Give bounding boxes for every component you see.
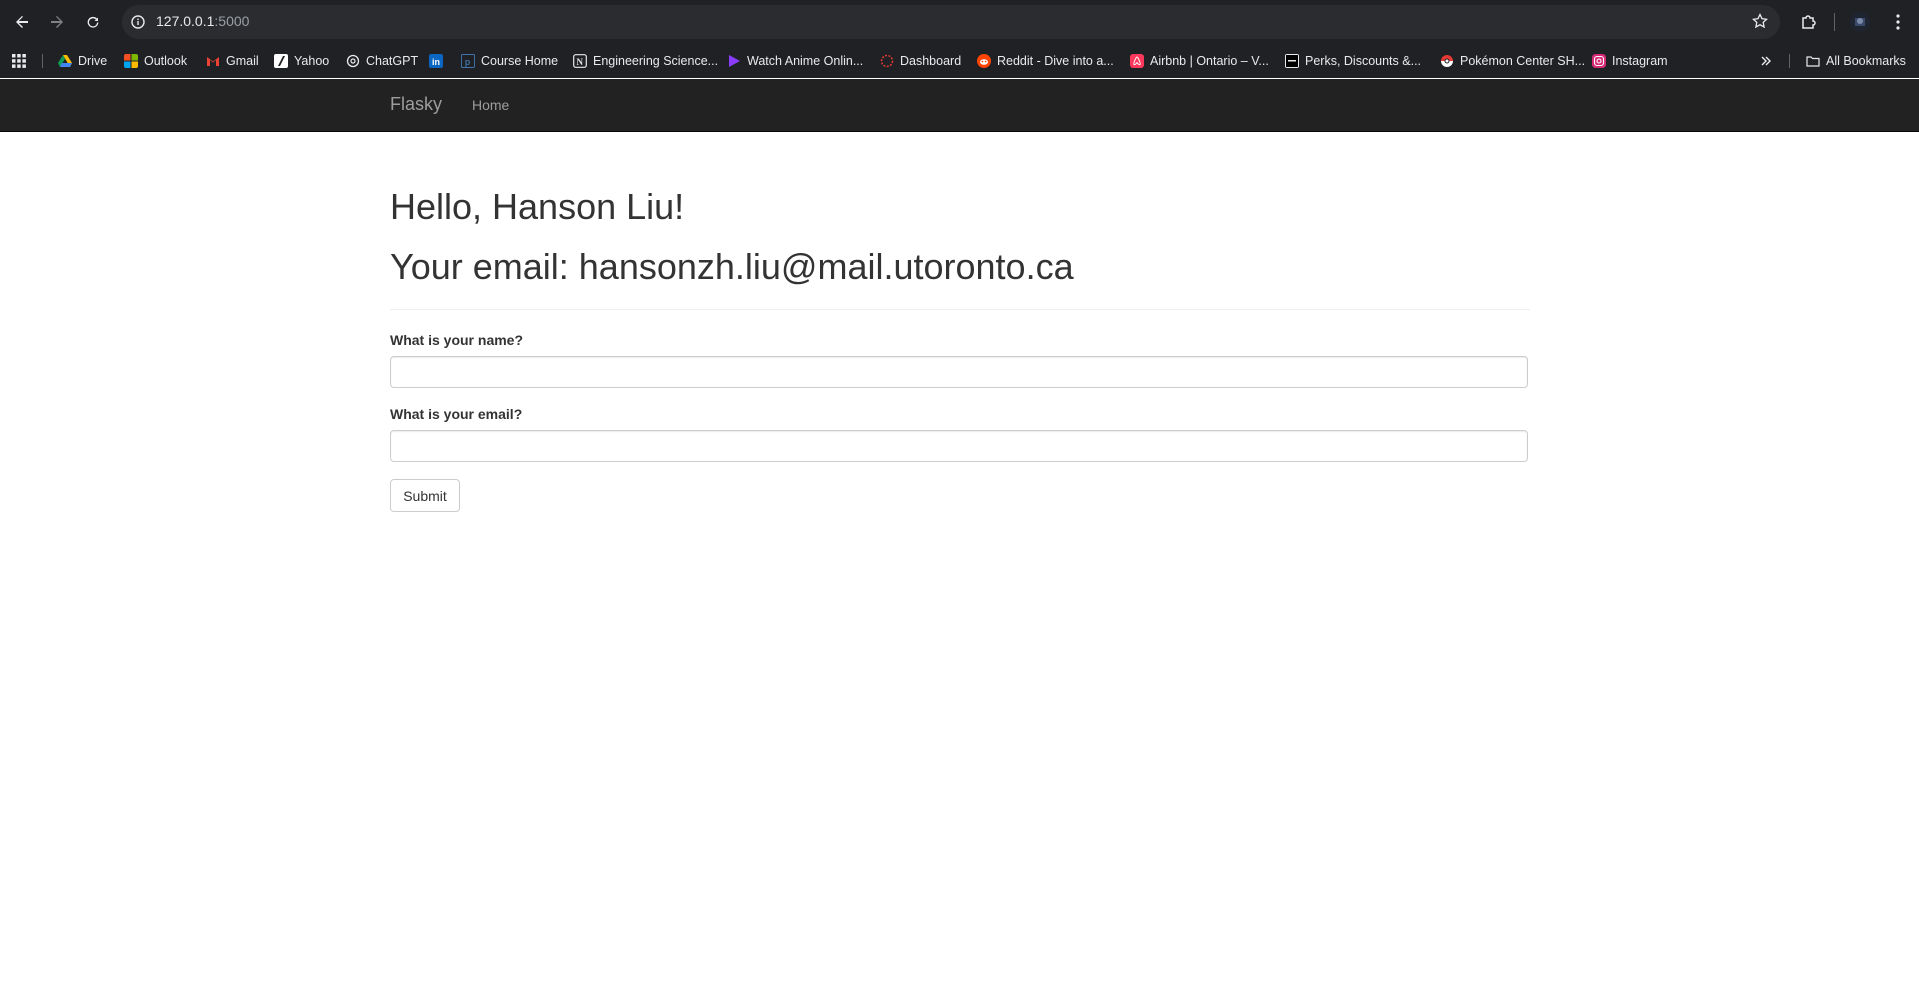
- bookmark-instagram[interactable]: Instagram: [1592, 52, 1668, 70]
- double-chevron-icon: [1761, 56, 1771, 66]
- bookmark-dashboard[interactable]: Dashboard: [880, 52, 961, 70]
- apps-grid-icon: [12, 54, 26, 68]
- forward-button[interactable]: [45, 10, 69, 34]
- bookmark-label: Yahoo: [294, 54, 330, 68]
- profile-avatar-icon: [1850, 12, 1870, 32]
- folder-icon: [1806, 56, 1820, 67]
- site-info-icon[interactable]: [130, 14, 146, 30]
- reload-button[interactable]: [81, 10, 105, 34]
- site-navbar: Flasky Home: [0, 79, 1919, 132]
- apps-button[interactable]: [12, 52, 26, 70]
- gmail-icon: [207, 57, 219, 66]
- bookmark-chatgpt[interactable]: ChatGPT: [346, 52, 418, 70]
- bookmarks-divider: [42, 54, 43, 68]
- notion-icon: N: [573, 54, 587, 68]
- header-divider: [390, 309, 1530, 310]
- page-viewport: [0, 78, 1919, 987]
- perks-icon: [1285, 54, 1299, 68]
- bookmark-pokemon-center[interactable]: Pokémon Center SH...: [1440, 52, 1585, 70]
- svg-text:N: N: [577, 57, 584, 67]
- pokeball-icon: [1441, 55, 1453, 67]
- email-heading: Your email: hansonzh.liu@mail.utoronto.c…: [390, 246, 1074, 287]
- email-label: What is your email?: [390, 406, 523, 422]
- dashboard-icon: [880, 54, 894, 68]
- bookmark-watch-anime[interactable]: Watch Anime Onlin...: [727, 52, 863, 70]
- bookmark-yahoo[interactable]: Yahoo: [274, 52, 329, 70]
- profile-button[interactable]: [1848, 10, 1872, 34]
- reload-icon: [87, 16, 99, 28]
- toolbar-divider: [1834, 13, 1835, 31]
- extensions-button[interactable]: [1797, 10, 1821, 34]
- back-arrow-icon: [16, 16, 28, 28]
- address-bar[interactable]: 127.0.0.1:5000: [122, 5, 1780, 39]
- name-input[interactable]: [390, 356, 1528, 388]
- bookmark-label: Engineering Science...: [593, 54, 719, 68]
- bookmark-star-icon[interactable]: [1751, 12, 1769, 34]
- all-bookmarks-label: All Bookmarks: [1826, 54, 1906, 68]
- svg-text:in: in: [432, 57, 440, 67]
- url-port: :5000: [214, 13, 250, 29]
- bookmark-drive[interactable]: Drive: [58, 52, 107, 70]
- bookmark-label: Dashboard: [900, 54, 962, 68]
- bookmark-airbnb[interactable]: Airbnb | Ontario – V...: [1130, 52, 1269, 70]
- nav-home-link[interactable]: Home: [472, 97, 509, 113]
- forward-arrow-icon: [51, 16, 63, 28]
- url-text: 127.0.0.1:5000: [156, 13, 249, 29]
- browser-toolbar: 127.0.0.1:5000: [0, 0, 1919, 44]
- google-drive-icon: [58, 55, 72, 67]
- url-host: 127.0.0.1: [156, 13, 215, 29]
- menu-button[interactable]: [1886, 10, 1910, 34]
- puzzle-icon: [1802, 15, 1816, 29]
- play-icon: [729, 55, 740, 67]
- linkedin-icon: in: [429, 54, 443, 68]
- yahoo-icon: [274, 54, 288, 68]
- microsoft-icon: [124, 54, 138, 68]
- bookmark-linkedin[interactable]: in: [429, 52, 443, 70]
- bookmark-reddit[interactable]: Reddit - Dive into a...: [977, 52, 1114, 70]
- greeting-heading: Hello, Hanson Liu!: [390, 186, 685, 227]
- bookmark-label: Course Home: [481, 54, 559, 68]
- bookmark-gmail[interactable]: Gmail: [206, 52, 259, 70]
- bookmark-label: ChatGPT: [366, 54, 419, 68]
- bookmarks-bar: Drive Outlook Gmail Yahoo ChatGPT in p C…: [0, 44, 1919, 78]
- email-input[interactable]: [390, 430, 1528, 462]
- bookmark-label: Outlook: [144, 54, 188, 68]
- reddit-icon: [977, 54, 991, 68]
- submit-button[interactable]: Submit: [390, 479, 460, 512]
- bookmark-engineering-science[interactable]: N Engineering Science...: [573, 52, 718, 70]
- bookmark-label: Reddit - Dive into a...: [997, 54, 1114, 68]
- all-bookmarks-button[interactable]: All Bookmarks: [1806, 52, 1906, 70]
- bookmark-label: Airbnb | Ontario – V...: [1150, 54, 1269, 68]
- back-button[interactable]: [10, 10, 34, 34]
- bookmark-label: Instagram: [1612, 54, 1668, 68]
- chatgpt-icon: [346, 54, 360, 68]
- bookmark-label: Drive: [78, 54, 108, 68]
- bookmark-course-home[interactable]: p Course Home: [461, 52, 558, 70]
- bookmarks-divider: [1789, 54, 1790, 68]
- bookmark-label: Watch Anime Onlin...: [747, 54, 864, 68]
- bookmark-perks[interactable]: Perks, Discounts &...: [1285, 52, 1421, 70]
- bookmark-label: Pokémon Center SH...: [1460, 54, 1586, 68]
- bookmark-outlook[interactable]: Outlook: [124, 52, 187, 70]
- navbar-brand-link[interactable]: Flasky: [390, 94, 442, 115]
- course-icon: p: [461, 54, 475, 68]
- bookmark-label: Perks, Discounts &...: [1305, 54, 1422, 68]
- airbnb-icon: [1130, 54, 1144, 68]
- name-label: What is your name?: [390, 332, 524, 348]
- svg-text:p: p: [465, 57, 470, 67]
- instagram-icon: [1592, 54, 1606, 68]
- more-bookmarks-button[interactable]: [1760, 52, 1772, 70]
- kebab-menu-icon: [1896, 14, 1900, 30]
- bookmark-label: Gmail: [226, 54, 259, 68]
